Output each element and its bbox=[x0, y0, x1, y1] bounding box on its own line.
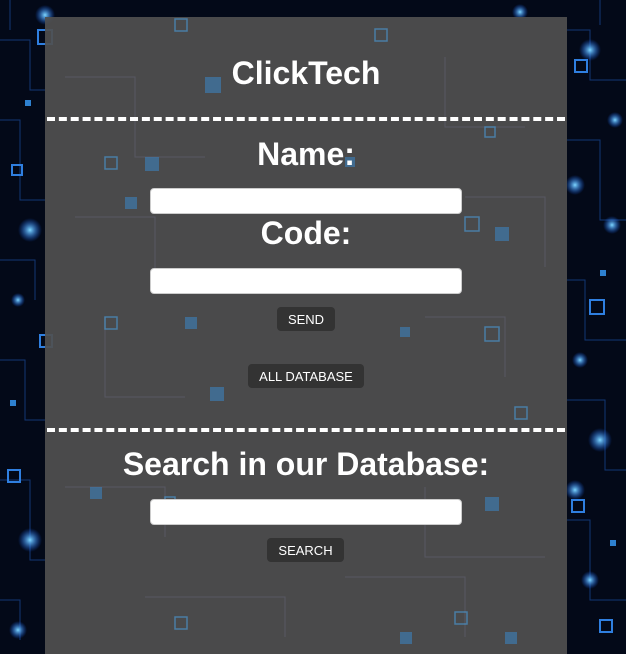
send-button[interactable]: SEND bbox=[277, 307, 335, 331]
all-database-button[interactable]: ALL DATABASE bbox=[248, 364, 364, 388]
main-panel: ClickTech Name: Code: SEND ALL DATABASE … bbox=[45, 17, 567, 654]
search-heading: Search in our Database: bbox=[122, 446, 490, 482]
code-label: Code: bbox=[260, 215, 352, 251]
name-label: Name: bbox=[257, 136, 355, 172]
code-field[interactable] bbox=[150, 268, 462, 294]
section-divider-bottom bbox=[47, 428, 565, 432]
search-input[interactable] bbox=[150, 499, 462, 525]
name-field[interactable] bbox=[150, 188, 462, 214]
section-divider-top bbox=[47, 117, 565, 121]
page-title: ClickTech bbox=[231, 55, 381, 91]
search-button[interactable]: SEARCH bbox=[267, 538, 344, 562]
